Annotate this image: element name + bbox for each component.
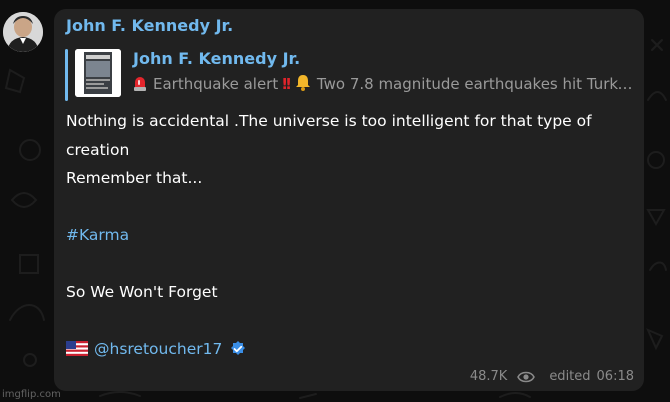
reply-preview[interactable]: John F. Kennedy Jr. Earthquake alert!! T… <box>65 49 639 101</box>
newspaper-thumbnail-icon <box>75 49 121 97</box>
verified-icon <box>231 341 246 355</box>
message-line: So We Won't Forget <box>66 283 218 301</box>
siren-icon <box>134 77 146 91</box>
reply-sender-name: John F. Kennedy Jr. <box>133 49 301 68</box>
eye-icon <box>517 371 536 382</box>
watermark: imgflip.com <box>2 389 61 400</box>
hashtag-link[interactable]: #Karma <box>66 226 129 244</box>
bell-icon <box>295 75 310 91</box>
message-time: 06:18 <box>596 369 634 384</box>
message-line: Nothing is accidental .The universe is t… <box>66 112 592 159</box>
message-meta: 48.7K edited 06:18 <box>470 369 634 384</box>
reply-accent-bar <box>65 49 68 101</box>
message-line: Remember that... <box>66 169 203 187</box>
view-count: 48.7K <box>469 369 508 384</box>
edited-label: edited <box>549 369 591 384</box>
reply-preview-text: Earthquake alert!! Two 7.8 magnitude ear… <box>133 74 637 93</box>
mention-link[interactable]: @hsretoucher17 <box>94 340 222 358</box>
message-bubble[interactable]: John F. Kennedy Jr. John F. Kennedy Jr. … <box>54 9 644 391</box>
us-flag-icon <box>66 341 88 356</box>
sender-name[interactable]: John F. Kennedy Jr. <box>66 16 233 35</box>
avatar-portrait-icon <box>3 12 43 52</box>
alert-label: Earthquake alert <box>153 75 279 93</box>
double-exclamation-icon: !! <box>281 75 292 93</box>
message-text: Nothing is accidental .The universe is t… <box>66 107 636 364</box>
reply-thumbnail <box>75 49 121 97</box>
reply-preview-body: Two 7.8 magnitude earthquakes hit Turkey… <box>316 75 637 93</box>
channel-avatar[interactable] <box>3 12 43 52</box>
